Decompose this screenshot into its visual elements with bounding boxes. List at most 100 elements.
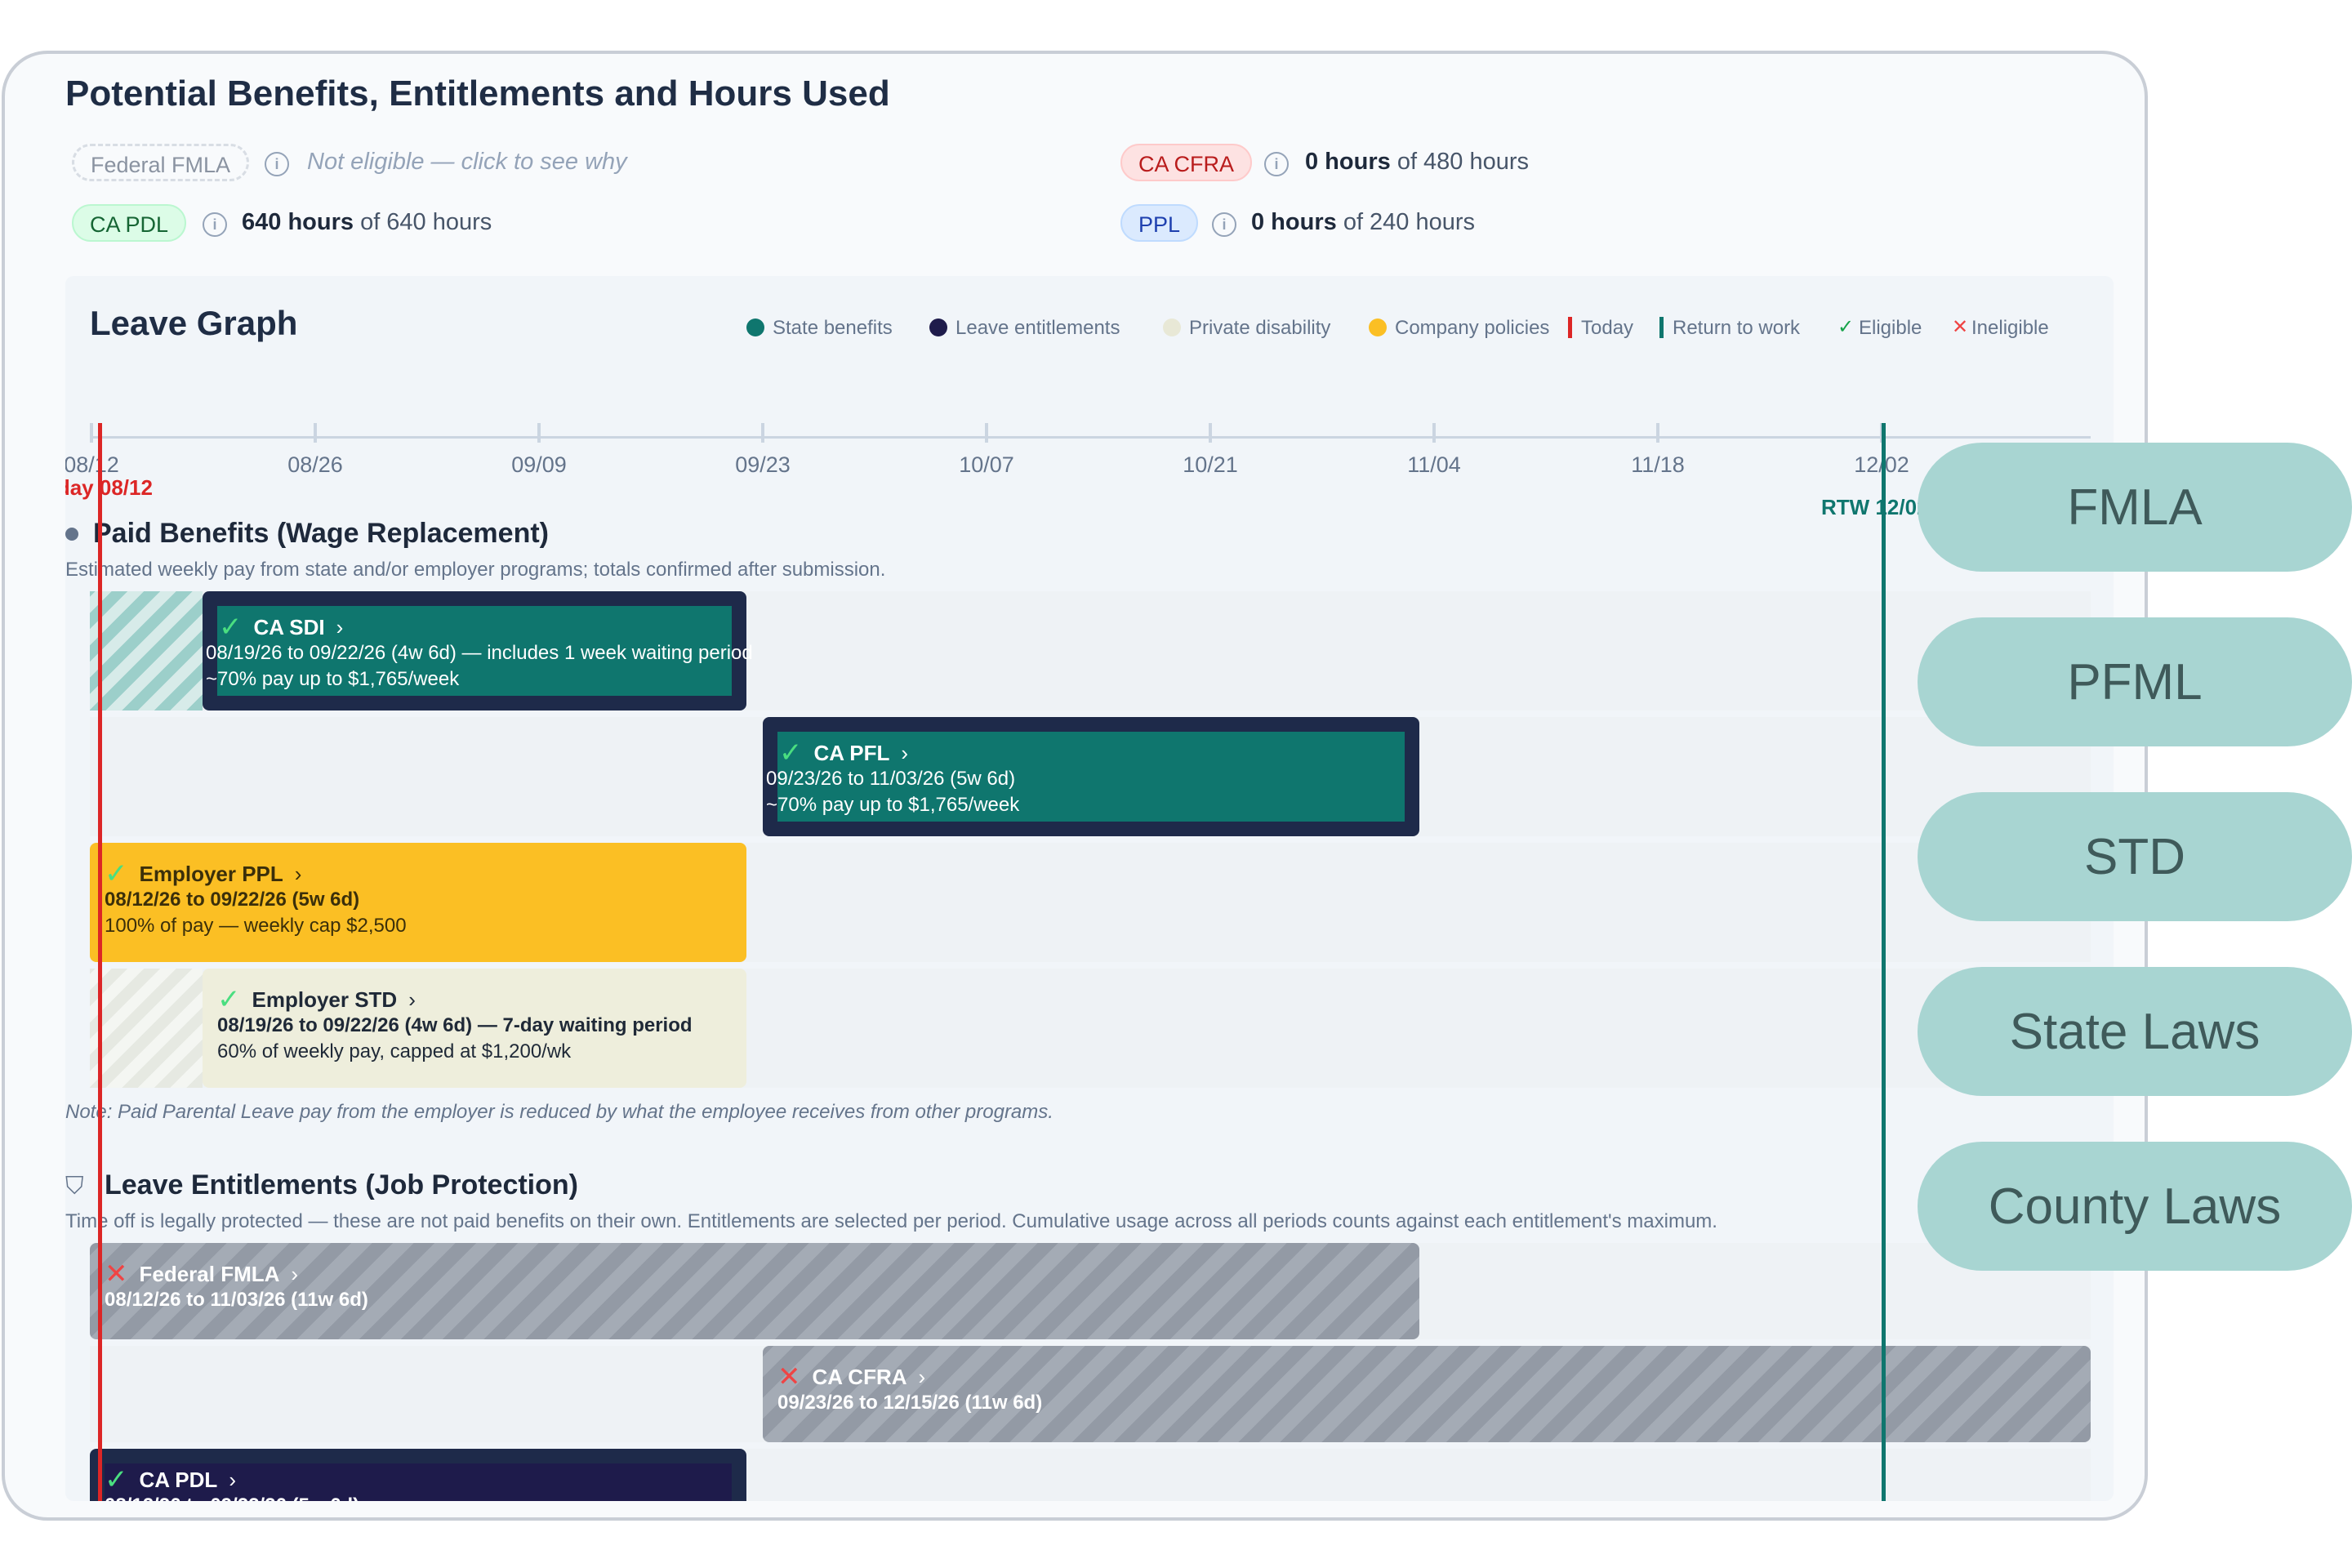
axis-tick-label: 08/12 bbox=[65, 452, 119, 477]
ca-sdi-bar[interactable]: ✓ CA SDI › 08/19/26 to 09/22/26 (4w 6d) — … bbox=[203, 591, 753, 710]
info-icon[interactable]: i bbox=[1212, 212, 1236, 237]
pfml-button[interactable]: PFML bbox=[1918, 617, 2352, 746]
bar-title: CA PDL bbox=[139, 1468, 218, 1492]
legend-company-policies: Company policies bbox=[1395, 317, 1550, 339]
waiting-period-hatch bbox=[90, 591, 203, 710]
rtw-marker-line bbox=[1882, 423, 1886, 1501]
federal-fmla-pill[interactable]: Federal FMLA bbox=[72, 144, 250, 181]
legend-today: Today bbox=[1581, 317, 1634, 339]
axis-tick bbox=[90, 423, 93, 443]
today-marker-line bbox=[98, 423, 102, 1501]
chevron-right-icon: › bbox=[336, 615, 344, 639]
legend-state-benefits: State benefits bbox=[773, 317, 893, 339]
waiting-period-hatch bbox=[90, 969, 203, 1088]
ca-cfra-used: 0 hours bbox=[1305, 149, 1391, 175]
axis-tick-label: 11/18 bbox=[1631, 452, 1685, 477]
axis-tick bbox=[1432, 423, 1436, 443]
bar-detail: ~70% pay up to $1,765/week bbox=[206, 668, 460, 690]
axis-tick-label: 10/21 bbox=[1183, 452, 1238, 477]
leave-graph: Leave Graph State benefits Leave entitle… bbox=[65, 276, 2114, 1501]
axis-tick-label: 11/04 bbox=[1407, 452, 1461, 477]
timeline-axis bbox=[90, 436, 2091, 439]
legend-eligible: Eligible bbox=[1859, 317, 1922, 339]
ppl-status: 0 hours of 240 hours bbox=[1251, 209, 1475, 236]
bar-dates: 08/19/26 to 09/22/26 (4w 6d) — 7-day wai… bbox=[217, 1014, 693, 1036]
axis-tick bbox=[1209, 423, 1212, 443]
federal-fmla-status[interactable]: Not eligible — click to see why bbox=[307, 149, 627, 176]
bar-detail: 100% of pay — weekly cap $2,500 bbox=[105, 915, 407, 937]
axis-tick bbox=[761, 423, 764, 443]
ppl-note: Note: Paid Parental Leave pay from the e… bbox=[65, 1101, 1054, 1123]
std-button[interactable]: STD bbox=[1918, 792, 2352, 921]
chevron-right-icon: › bbox=[408, 987, 416, 1012]
employer-std-bar[interactable]: ✓ Employer STD › 08/19/26 to 09/22/26 (4w … bbox=[203, 969, 746, 1088]
axis-tick-label: 09/09 bbox=[511, 452, 567, 477]
bar-detail: 60% of weekly pay, capped at $1,200/wk bbox=[217, 1040, 572, 1062]
fmla-button[interactable]: FMLA bbox=[1918, 443, 2352, 572]
today-label: Today 08/12 bbox=[65, 475, 153, 500]
bar-title: CA PFL bbox=[813, 741, 890, 765]
chevron-right-icon: › bbox=[294, 862, 302, 886]
ppl-used: 0 hours bbox=[1251, 209, 1337, 235]
graph-title: Leave Graph bbox=[90, 304, 298, 342]
legend-leave-entitlements: Leave entitlements bbox=[956, 317, 1120, 339]
benefits-card: Potential Benefits, Entitlements and Hou… bbox=[2, 51, 2148, 1521]
legend-ineligible: Ineligible bbox=[1971, 317, 2049, 339]
axis-tick bbox=[1656, 423, 1659, 443]
ppl-max: of 240 hours bbox=[1343, 209, 1476, 235]
paid-benefits-heading: Paid Benefits (Wage Replacement) bbox=[93, 518, 549, 549]
state-laws-button[interactable]: State Laws bbox=[1918, 967, 2352, 1096]
section-bullet-icon bbox=[65, 528, 78, 541]
ca-pdl-bar[interactable]: ✓ CA PDL › 08/12/26 to 09/22/26 (5w 6d) bbox=[90, 1449, 746, 1501]
ppl-pill[interactable]: PPL bbox=[1120, 204, 1199, 242]
shield-icon: ⛉ bbox=[65, 1173, 84, 1200]
cross-icon: ✕ bbox=[105, 1258, 128, 1290]
ca-pfl-bar[interactable]: ✓ CA PFL › 09/23/26 to 11/03/26 (5w 6d) ~7… bbox=[763, 717, 1419, 836]
bar-title: Employer STD bbox=[252, 987, 398, 1012]
bar-dates: 08/12/26 to 09/22/26 (5w 6d) bbox=[105, 889, 360, 911]
bar-dates: 09/23/26 to 11/03/26 (5w 6d) bbox=[766, 768, 1016, 790]
ca-pdl-max: of 640 hours bbox=[360, 209, 492, 235]
axis-tick-label: 09/23 bbox=[735, 452, 791, 477]
ineligible-cross-icon: ✕ bbox=[1952, 316, 1969, 338]
chevron-right-icon: › bbox=[918, 1365, 926, 1389]
check-icon: ✓ bbox=[105, 858, 128, 889]
legend-dot-state bbox=[746, 318, 764, 336]
ca-pdl-status: 640 hours of 640 hours bbox=[242, 209, 492, 236]
check-icon: ✓ bbox=[219, 612, 243, 643]
chevron-right-icon: › bbox=[229, 1468, 236, 1492]
bar-title: CA CFRA bbox=[812, 1365, 907, 1389]
eligible-check-icon: ✓ bbox=[1838, 316, 1855, 338]
employer-ppl-bar[interactable]: ✓ Employer PPL › 08/12/26 to 09/22/26 (5w … bbox=[90, 843, 746, 962]
bar-title: Employer PPL bbox=[139, 862, 283, 886]
ca-cfra-max: of 480 hours bbox=[1396, 149, 1530, 175]
chevron-right-icon: › bbox=[291, 1262, 299, 1286]
check-icon: ✓ bbox=[105, 1464, 128, 1495]
bar-dates: 08/19/26 to 09/22/26 (4w 6d) — includes … bbox=[206, 642, 753, 664]
bar-detail: ~70% pay up to $1,765/week bbox=[766, 794, 1020, 816]
paid-benefits-subtitle: Estimated weekly pay from state and/or e… bbox=[65, 559, 886, 581]
axis-tick bbox=[314, 423, 317, 443]
ca-cfra-bar[interactable]: ✕ CA CFRA › 09/23/26 to 12/15/26 (11w 6d) bbox=[763, 1346, 2091, 1442]
federal-fmla-bar[interactable]: ✕ Federal FMLA › 08/12/26 to 11/03/26 (11w… bbox=[90, 1243, 1419, 1339]
county-laws-button[interactable]: County Laws bbox=[1918, 1142, 2352, 1271]
ca-pdl-pill[interactable]: CA PDL bbox=[72, 204, 187, 242]
rtw-label: RTW 12/02 bbox=[1821, 495, 1929, 519]
check-icon: ✓ bbox=[217, 984, 241, 1015]
legend-return-to-work: Return to work bbox=[1673, 317, 1801, 339]
ca-cfra-status: 0 hours of 480 hours bbox=[1305, 149, 1529, 176]
axis-tick bbox=[985, 423, 988, 443]
axis-tick-label: 08/26 bbox=[287, 452, 343, 477]
axis-tick bbox=[537, 423, 541, 443]
info-icon[interactable]: i bbox=[203, 212, 227, 237]
info-icon[interactable]: i bbox=[265, 152, 289, 176]
ca-pdl-used: 640 hours bbox=[242, 209, 354, 235]
bar-dates: 08/12/26 to 09/22/26 (5w 6d) bbox=[105, 1493, 732, 1501]
cross-icon: ✕ bbox=[777, 1361, 801, 1392]
bar-dates: 08/12/26 to 11/03/26 (11w 6d) bbox=[105, 1289, 368, 1311]
chevron-right-icon: › bbox=[901, 741, 909, 765]
ca-cfra-pill[interactable]: CA CFRA bbox=[1120, 144, 1253, 181]
info-icon[interactable]: i bbox=[1264, 152, 1289, 176]
check-icon: ✓ bbox=[779, 737, 803, 768]
axis-tick-label: 10/07 bbox=[959, 452, 1014, 477]
